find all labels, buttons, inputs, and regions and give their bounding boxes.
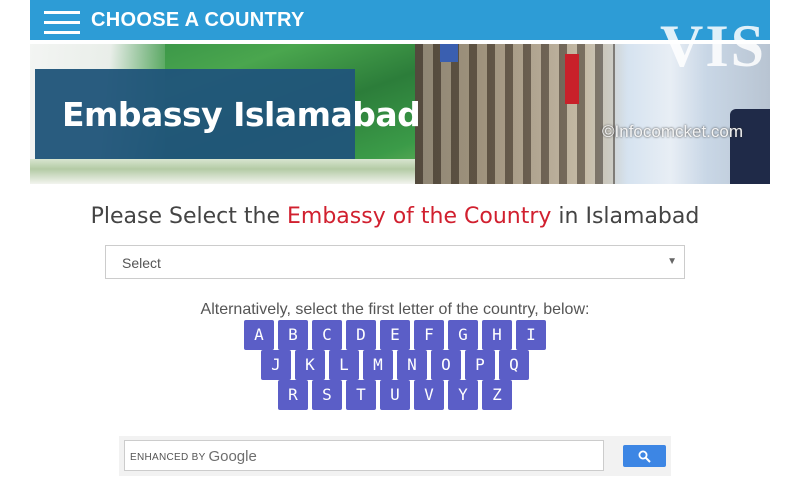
- letter-button-o[interactable]: O: [431, 350, 461, 380]
- search-button[interactable]: [623, 445, 666, 467]
- letter-button-i[interactable]: I: [516, 320, 546, 350]
- letter-button-n[interactable]: N: [397, 350, 427, 380]
- copyright-watermark: ©Infocomcket.com: [602, 122, 744, 141]
- passport-image: [730, 109, 770, 184]
- letter-button-q[interactable]: Q: [499, 350, 529, 380]
- building-image: [415, 44, 615, 184]
- letter-button-h[interactable]: H: [482, 320, 512, 350]
- hamburger-icon[interactable]: [44, 9, 80, 35]
- letter-button-a[interactable]: A: [244, 320, 274, 350]
- letter-button-y[interactable]: Y: [448, 380, 478, 410]
- flag-image: [565, 54, 579, 104]
- heading-accent: Embassy of the Country: [287, 204, 552, 229]
- letter-button-s[interactable]: S: [312, 380, 342, 410]
- letter-button-c[interactable]: C: [312, 320, 342, 350]
- letter-button-r[interactable]: R: [278, 380, 308, 410]
- letter-button-g[interactable]: G: [448, 320, 478, 350]
- letter-button-u[interactable]: U: [380, 380, 410, 410]
- select-value: Select: [122, 255, 161, 271]
- letter-button-m[interactable]: M: [363, 350, 393, 380]
- letter-button-l[interactable]: L: [329, 350, 359, 380]
- page-title[interactable]: CHOOSE A COUNTRY: [91, 9, 305, 32]
- letter-button-t[interactable]: T: [346, 380, 376, 410]
- search-icon: [638, 450, 651, 463]
- letter-button-d[interactable]: D: [346, 320, 376, 350]
- visa-text: VIS: [660, 13, 767, 79]
- letter-button-f[interactable]: F: [414, 320, 444, 350]
- chevron-down-icon: ▼: [667, 256, 677, 267]
- letter-button-k[interactable]: K: [295, 350, 325, 380]
- letter-button-j[interactable]: J: [261, 350, 291, 380]
- flag-image: [440, 44, 458, 62]
- alphabet-intro: Alternatively, select the first letter o…: [200, 301, 590, 318]
- letter-button-e[interactable]: E: [380, 320, 410, 350]
- letter-button-p[interactable]: P: [465, 350, 495, 380]
- letter-button-v[interactable]: V: [414, 380, 444, 410]
- section-heading: Please Select the Embassy of the Country…: [90, 204, 700, 229]
- search-branding: ENHANCED BY Google: [130, 448, 257, 465]
- letter-button-b[interactable]: B: [278, 320, 308, 350]
- banner-title: Embassy Islamabad: [62, 95, 421, 134]
- letter-button-z[interactable]: Z: [482, 380, 512, 410]
- top-bar: CHOOSE A COUNTRY: [30, 0, 770, 40]
- country-select[interactable]: Select ▼: [105, 245, 685, 279]
